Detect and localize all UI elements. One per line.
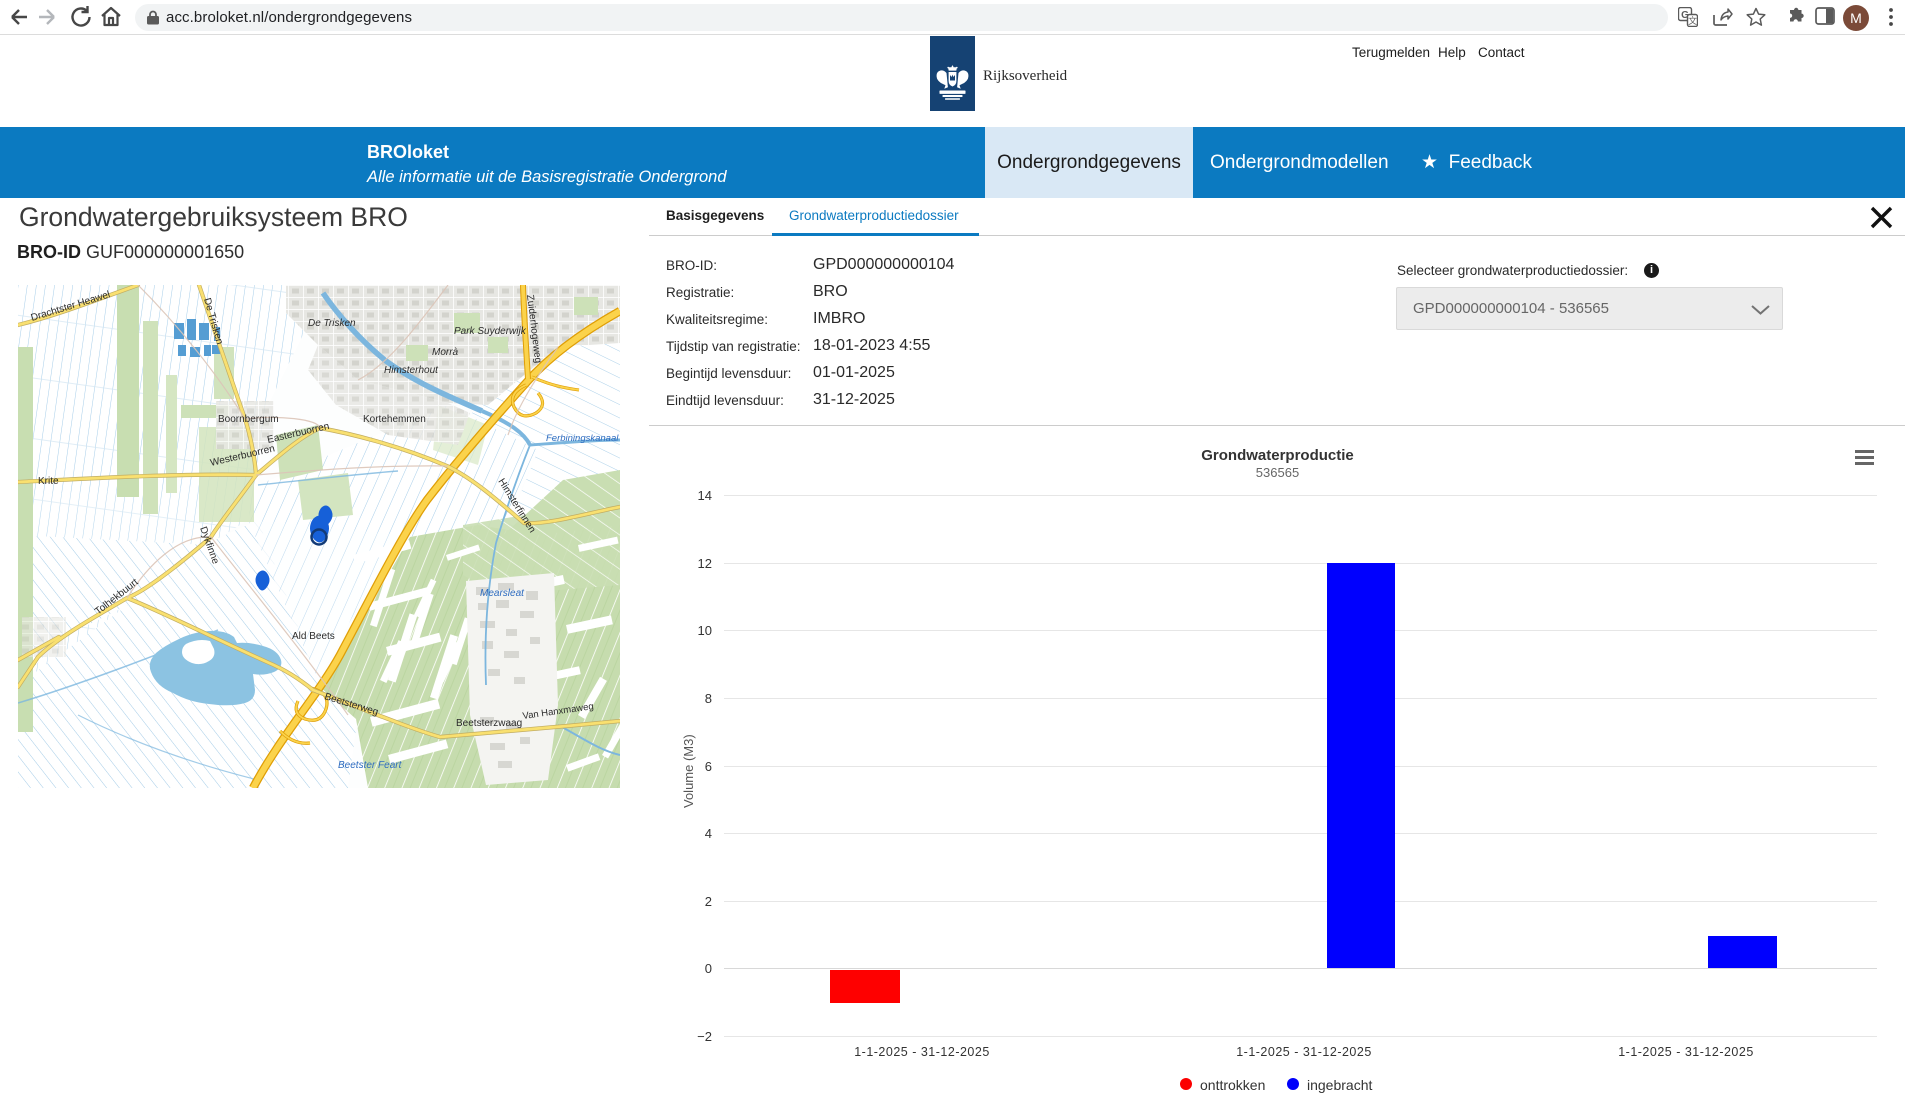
svg-text:De Trisken: De Trisken bbox=[308, 318, 356, 329]
svg-text:Beetster Feart: Beetster Feart bbox=[338, 760, 403, 771]
svg-text:Himsterhout: Himsterhout bbox=[384, 365, 439, 376]
svg-text:文: 文 bbox=[1688, 15, 1697, 26]
svg-text:Beetsterzwaag: Beetsterzwaag bbox=[456, 718, 522, 729]
svg-text:Boornbergum: Boornbergum bbox=[218, 414, 279, 425]
svg-text:Morrà: Morrà bbox=[432, 347, 459, 358]
svg-text:Ferbiningskanaal: Ferbiningskanaal bbox=[546, 433, 619, 444]
svg-text:Kortehemmen: Kortehemmen bbox=[363, 414, 426, 425]
svg-text:Ald Beets: Ald Beets bbox=[292, 631, 335, 642]
svg-text:Mearsleat: Mearsleat bbox=[480, 588, 525, 599]
svg-text:Park Suyderwijk: Park Suyderwijk bbox=[454, 326, 527, 337]
svg-text:Krite: Krite bbox=[38, 476, 59, 487]
